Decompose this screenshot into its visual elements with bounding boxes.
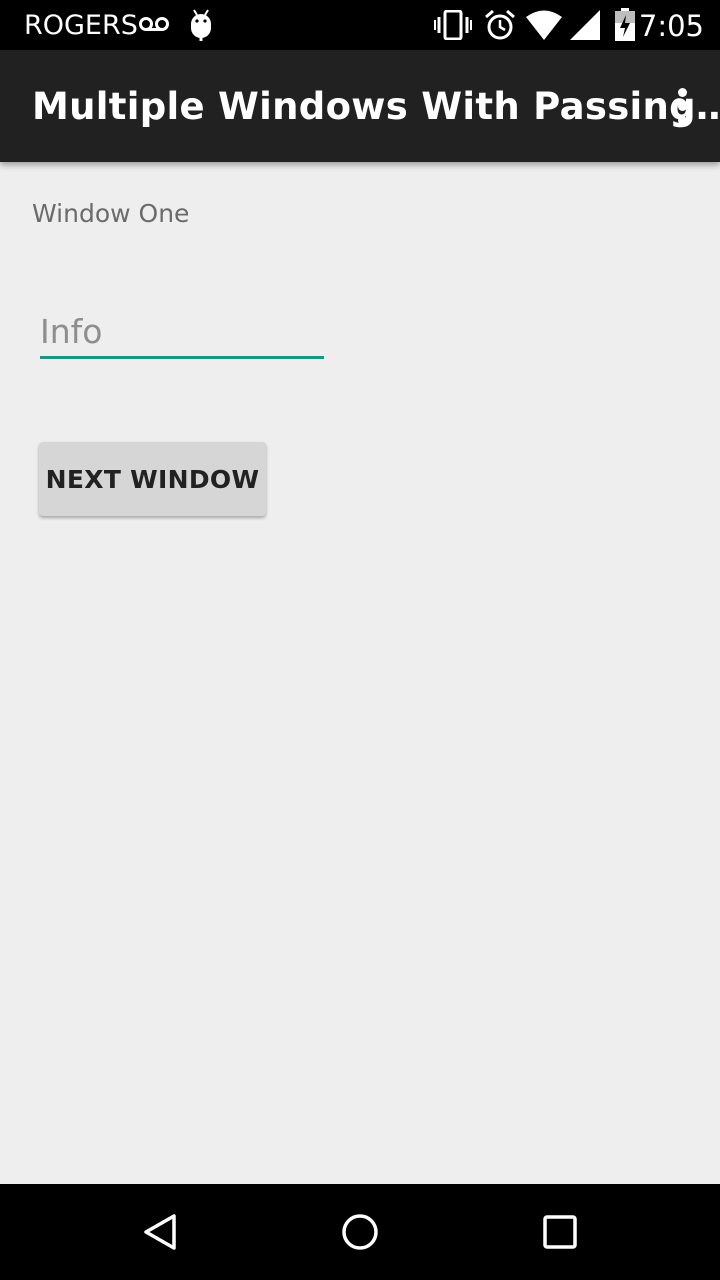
recents-icon[interactable] [536, 1208, 584, 1256]
overflow-menu-button[interactable] [672, 86, 696, 126]
screen: ROGERS 7:05 Multiple Windows With Passin… [0, 0, 720, 1280]
carrier-name: ROGERS [24, 10, 138, 41]
next-window-button[interactable]: NEXT WINDOW [39, 442, 266, 516]
battery-charging-icon [615, 8, 635, 41]
alarm-icon [485, 9, 515, 40]
voicemail-icon [139, 17, 169, 31]
signal-icon [570, 10, 600, 40]
navigation-bar [0, 1184, 720, 1280]
vibrate-icon [434, 10, 472, 40]
app-title: Multiple Windows With Passing… [32, 85, 720, 128]
wifi-icon [526, 10, 562, 40]
back-icon[interactable] [136, 1208, 184, 1256]
app-bar: Multiple Windows With Passing… [0, 50, 720, 162]
android-debug-icon [191, 9, 211, 41]
info-input[interactable] [40, 306, 324, 359]
home-icon[interactable] [336, 1208, 384, 1256]
status-bar: ROGERS 7:05 [0, 0, 720, 50]
clock: 7:05 [638, 9, 704, 43]
window-label: Window One [32, 199, 190, 228]
